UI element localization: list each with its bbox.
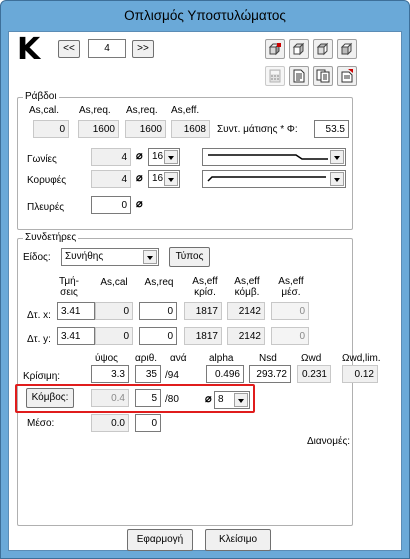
as-eff-kris-header: As,eff κρίσ. (192, 276, 218, 298)
distributions-area (183, 442, 349, 522)
as-eff-value: 1608 (171, 120, 210, 138)
next-button[interactable]: >> (132, 40, 154, 58)
critical-owd-lim: 0.12 (342, 365, 378, 383)
documents-icon[interactable] (313, 66, 333, 86)
document-icon[interactable] (289, 66, 309, 86)
dt-y-as-req-field[interactable]: 0 (139, 327, 177, 345)
dt-y-as-cal: 0 (95, 327, 133, 345)
section-letter: K (17, 32, 41, 67)
dt-y-label: Δτ. y: (27, 334, 51, 345)
ratio-label: Συντ. μάτισης * Φ: (217, 124, 298, 135)
critical-height-field[interactable]: 3.3 (91, 365, 129, 383)
count-header: αριθ. (135, 353, 158, 364)
dt-x-as-eff-komv: 2142 (227, 302, 265, 320)
as-cal-value: 0 (33, 120, 69, 138)
dt-x-label: Δτ. x: (27, 310, 51, 321)
cube-side-icon[interactable] (313, 39, 333, 59)
dt-y-sections-field[interactable]: 3.41 (57, 327, 95, 345)
sides-count-field[interactable]: 0 (91, 196, 131, 214)
peaks-diameter-select[interactable]: 16 (148, 170, 180, 188)
corners-diameter-value: 16 (152, 151, 164, 162)
dt-x-as-cal: 0 (95, 302, 133, 320)
alpha-header: alpha (209, 353, 234, 364)
index-field[interactable]: 4 (88, 39, 126, 58)
chevron-down-icon (330, 150, 344, 164)
as-cal-col-header: As,cal (100, 277, 128, 288)
dialog-window: Οπλισμός Υποστυλώματος K << 4 >> Ράβδοι … (0, 0, 410, 559)
close-button[interactable]: Κλείσιμο (205, 529, 271, 551)
chevron-down-icon (143, 250, 157, 264)
as-eff-mes-header: As,eff μέσ. (278, 276, 304, 298)
critical-nsd-field[interactable]: 293.72 (249, 365, 291, 383)
apply-button[interactable]: Εφαρμογή (127, 529, 193, 551)
as-req-col-header: As,req (144, 277, 174, 288)
dt-x-sections-field[interactable]: 3.41 (57, 302, 95, 320)
type-select-value: Συνήθης (65, 251, 104, 262)
height-header: ύψος (95, 353, 118, 364)
chevron-down-icon (164, 150, 178, 164)
view-cube-icon[interactable] (265, 39, 285, 59)
critical-spacing: /94 (165, 370, 179, 381)
corners-pattern-select[interactable] (202, 148, 346, 166)
chevron-down-icon (164, 172, 178, 186)
dt-y-as-eff-kris: 1817 (184, 327, 222, 345)
as-req-value-1: 1600 (78, 120, 119, 138)
sections-header: Τμή- σεις (58, 276, 80, 298)
corners-diameter-select[interactable]: 16 (148, 148, 180, 166)
diameter-symbol-icon: ⌀ (136, 198, 143, 210)
cube-front-icon[interactable] (289, 39, 309, 59)
peaks-count: 4 (91, 170, 131, 188)
corners-count: 4 (91, 148, 131, 166)
as-eff-komv-header: As,eff κόμβ. (234, 276, 260, 298)
middle-height: 0.0 (91, 414, 129, 432)
as-eff-header: As,eff. (171, 105, 200, 116)
stirrups-group-title: Συνδετήρες (23, 232, 79, 243)
ratio-field[interactable]: 53.5 (314, 120, 349, 138)
peaks-diameter-value: 16 (152, 173, 164, 184)
type-label: Είδος: (23, 252, 51, 263)
critical-label: Κρίσιμη: (23, 371, 61, 382)
as-req-header-2: As,req. (126, 105, 158, 116)
peaks-pattern-select[interactable] (202, 170, 346, 188)
cube-top-icon[interactable] (337, 39, 357, 59)
dt-x-as-eff-kris: 1817 (184, 302, 222, 320)
type-button[interactable]: Τύπος (169, 247, 210, 267)
peaks-label: Κορυφές (27, 175, 67, 186)
sides-label: Πλευρές (27, 202, 65, 213)
dt-y-as-eff-mes: 0 (271, 327, 309, 345)
per-header: ανά (170, 353, 187, 364)
as-req-header-1: As,req. (79, 105, 111, 116)
middle-count-field[interactable]: 0 (135, 414, 161, 432)
report-edit-icon[interactable] (337, 66, 357, 86)
window-title: Οπλισμός Υποστυλώματος (124, 8, 286, 23)
critical-count-field[interactable]: 35 (135, 365, 161, 383)
owd-lim-header: Ωwd,lim. (342, 353, 381, 364)
dt-y-as-eff-komv: 2142 (227, 327, 265, 345)
nsd-header: Nsd (259, 353, 277, 364)
type-select[interactable]: Συνήθης (61, 248, 159, 266)
distributions-label: Διανομές: (307, 436, 351, 447)
diameter-symbol-icon: ⌀ (136, 150, 143, 162)
prev-button[interactable]: << (58, 40, 80, 58)
dt-x-as-eff-mes: 0 (271, 302, 309, 320)
highlight-box (15, 384, 255, 413)
middle-label: Μέσο: (27, 418, 55, 429)
as-req-value-2: 1600 (125, 120, 166, 138)
diameter-symbol-icon: ⌀ (136, 172, 143, 184)
calculator-icon[interactable] (265, 66, 285, 86)
corners-label: Γωνίες (27, 154, 57, 165)
critical-alpha-field[interactable]: 0.496 (206, 365, 244, 383)
rebars-group-title: Ράβδοι (23, 91, 59, 102)
critical-owd: 0.231 (297, 365, 331, 383)
owd-header: Ωwd (301, 353, 322, 364)
as-cal-header: As,cal. (29, 105, 60, 116)
dialog-client: K << 4 >> Ράβδοι As,cal. As,req. As,req.… (8, 31, 402, 551)
dt-x-as-req-field[interactable]: 0 (139, 302, 177, 320)
chevron-down-icon (330, 172, 344, 186)
